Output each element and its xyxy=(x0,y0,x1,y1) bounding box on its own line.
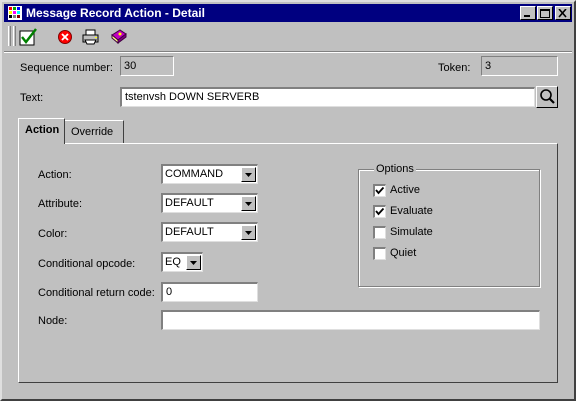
minimize-icon xyxy=(524,15,530,17)
color-select[interactable]: DEFAULT xyxy=(161,222,258,242)
token-field: 3 xyxy=(481,56,558,76)
node-label: Node: xyxy=(38,315,68,327)
tab-action[interactable]: Action xyxy=(18,118,65,144)
color-select-value: DEFAULT xyxy=(165,226,214,238)
conditional-opcode-select[interactable]: EQ xyxy=(161,252,203,272)
toolbar xyxy=(4,24,572,50)
chevron-down-icon[interactable] xyxy=(241,196,256,211)
token-label: Token: xyxy=(438,62,471,74)
simulate-checkbox[interactable] xyxy=(373,226,386,239)
sequence-number-field: 30 xyxy=(120,56,174,76)
text-input[interactable]: tstenvsh DOWN SERVERB xyxy=(120,87,535,107)
conditional-return-code-input[interactable]: 0 xyxy=(161,282,258,302)
node-input[interactable] xyxy=(161,310,540,330)
help-book-icon xyxy=(111,29,127,45)
help-button[interactable] xyxy=(108,27,130,47)
minimize-button[interactable] xyxy=(520,6,536,20)
evaluate-checkbox[interactable] xyxy=(373,205,386,218)
maximize-icon xyxy=(540,9,550,18)
app-icon xyxy=(8,6,22,20)
active-checkbox-label[interactable]: Active xyxy=(390,184,420,197)
color-label: Color: xyxy=(38,228,68,240)
action-select-value: COMMAND xyxy=(165,168,224,180)
search-button[interactable] xyxy=(536,86,558,108)
quiet-checkbox[interactable] xyxy=(373,247,386,260)
checkmark-icon xyxy=(375,207,385,216)
toolbar-grip[interactable] xyxy=(8,26,11,46)
cancel-icon xyxy=(58,30,72,44)
attribute-select[interactable]: DEFAULT xyxy=(161,193,258,213)
print-button[interactable] xyxy=(80,27,102,47)
close-button[interactable] xyxy=(555,6,571,20)
chevron-down-icon[interactable] xyxy=(241,167,256,182)
sequence-number-label: Sequence number: xyxy=(20,62,113,74)
attribute-label: Attribute: xyxy=(38,198,83,210)
ok-button[interactable] xyxy=(18,27,40,47)
conditional-opcode-value: EQ xyxy=(165,256,181,268)
active-checkbox[interactable] xyxy=(373,184,386,197)
chevron-down-icon[interactable] xyxy=(241,225,256,240)
options-group-title: Options xyxy=(374,163,416,176)
tab-action-label: Action xyxy=(25,124,60,136)
action-label: Action: xyxy=(38,169,72,181)
cancel-button[interactable] xyxy=(54,27,76,47)
text-label: Text: xyxy=(20,92,44,104)
ok-checkmark-icon xyxy=(19,28,37,46)
toolbar-separator xyxy=(4,51,572,53)
conditional-opcode-label: Conditional opcode: xyxy=(38,258,136,270)
maximize-button[interactable] xyxy=(537,6,553,20)
tab-override[interactable]: Override xyxy=(64,120,124,143)
attribute-select-value: DEFAULT xyxy=(165,197,214,209)
window-title: Message Record Action - Detail xyxy=(26,6,205,20)
conditional-return-code-label: Conditional return code: xyxy=(38,287,155,299)
quiet-checkbox-label[interactable]: Quiet xyxy=(390,247,416,260)
evaluate-checkbox-label[interactable]: Evaluate xyxy=(390,205,433,218)
action-select[interactable]: COMMAND xyxy=(161,164,258,184)
print-icon xyxy=(82,29,99,45)
close-icon xyxy=(558,9,567,18)
tab-override-label: Override xyxy=(71,126,114,138)
chevron-down-icon[interactable] xyxy=(186,255,201,270)
checkmark-icon xyxy=(375,186,385,195)
title-bar[interactable]: Message Record Action - Detail xyxy=(4,4,572,22)
toolbar-grip[interactable] xyxy=(13,26,16,46)
search-icon xyxy=(540,89,555,104)
simulate-checkbox-label[interactable]: Simulate xyxy=(390,226,433,239)
